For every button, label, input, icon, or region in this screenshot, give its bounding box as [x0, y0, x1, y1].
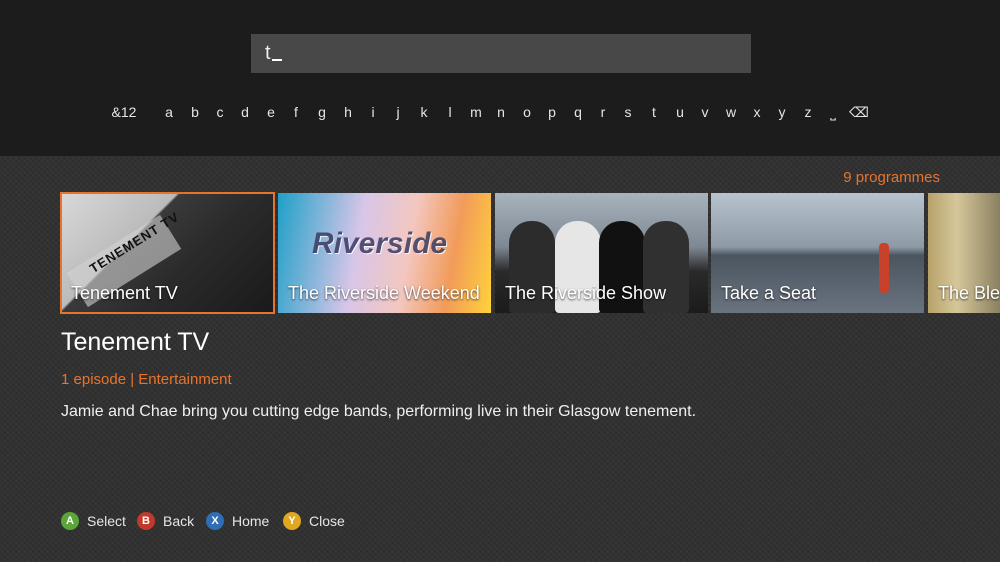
key-q[interactable]: q: [574, 104, 582, 120]
key-u[interactable]: u: [676, 104, 684, 120]
hint-label: Back: [163, 513, 195, 529]
on-screen-keyboard: &12 a b c d e f g h i j k l m n o p q r …: [0, 104, 1000, 124]
programme-title: Tenement TV: [61, 328, 210, 356]
key-i[interactable]: i: [371, 104, 374, 120]
key-m[interactable]: m: [470, 104, 482, 120]
key-b[interactable]: b: [191, 104, 199, 120]
tile-partial[interactable]: The Ble: [928, 193, 1000, 313]
y-button-icon: Y: [283, 512, 301, 530]
key-o[interactable]: o: [523, 104, 531, 120]
key-y[interactable]: y: [779, 104, 786, 120]
tile-label: The Ble: [938, 283, 1000, 303]
key-j[interactable]: j: [396, 104, 399, 120]
hint-label: Home: [232, 513, 270, 529]
hint-label: Select: [87, 513, 126, 529]
hint-home[interactable]: X Home: [206, 512, 269, 530]
results-panel: 9 programmes TENEMENT TV Tenement TV Riv…: [0, 156, 1000, 562]
space-icon[interactable]: ⎵: [830, 104, 836, 121]
key-s[interactable]: s: [625, 104, 632, 120]
tile-label: Take a Seat: [721, 283, 817, 303]
hint-close[interactable]: Y Close: [283, 512, 345, 530]
key-x[interactable]: x: [754, 104, 761, 120]
a-button-icon: A: [61, 512, 79, 530]
key-f[interactable]: f: [294, 104, 298, 120]
key-p[interactable]: p: [548, 104, 556, 120]
key-k[interactable]: k: [421, 104, 428, 120]
tile-riverside-weekend[interactable]: Riverside The Riverside Weekend: [278, 193, 491, 313]
key-c[interactable]: c: [217, 104, 224, 120]
text-cursor: [271, 59, 282, 61]
x-button-icon: X: [206, 512, 224, 530]
key-symbols[interactable]: &12: [112, 104, 137, 120]
b-button-icon: B: [137, 512, 155, 530]
search-panel: t &12 a b c d e f g h i j k l m n o p q …: [0, 0, 1000, 156]
results-count: 9 programmes: [843, 169, 940, 186]
search-input[interactable]: t: [251, 34, 751, 73]
hint-label: Close: [309, 513, 345, 529]
key-g[interactable]: g: [318, 104, 326, 120]
key-w[interactable]: w: [726, 104, 736, 120]
hint-back[interactable]: B Back: [137, 512, 194, 530]
tile-riverside-show[interactable]: The Riverside Show: [495, 193, 708, 313]
backspace-icon[interactable]: ⌫: [849, 104, 869, 121]
key-n[interactable]: n: [497, 104, 505, 120]
tile-tenement-tv[interactable]: TENEMENT TV Tenement TV: [60, 192, 275, 314]
key-a[interactable]: a: [165, 104, 173, 120]
key-t[interactable]: t: [652, 104, 656, 120]
tile-take-a-seat[interactable]: Take a Seat: [711, 193, 924, 313]
key-h[interactable]: h: [344, 104, 352, 120]
hint-select[interactable]: A Select: [61, 512, 126, 530]
key-r[interactable]: r: [601, 104, 606, 120]
tile-art-text: Riverside: [312, 227, 448, 260]
key-d[interactable]: d: [241, 104, 249, 120]
programme-description: Jamie and Chae bring you cutting edge ba…: [61, 403, 697, 420]
tile-label: The Riverside Weekend: [288, 283, 480, 303]
key-z[interactable]: z: [805, 104, 812, 120]
key-e[interactable]: e: [267, 104, 275, 120]
tile-label: The Riverside Show: [505, 283, 667, 303]
programme-meta: 1 episode | Entertainment: [61, 371, 232, 388]
search-value: t: [265, 42, 271, 64]
tile-label: Tenement TV: [71, 283, 178, 303]
key-v[interactable]: v: [702, 104, 709, 120]
key-l[interactable]: l: [448, 104, 451, 120]
